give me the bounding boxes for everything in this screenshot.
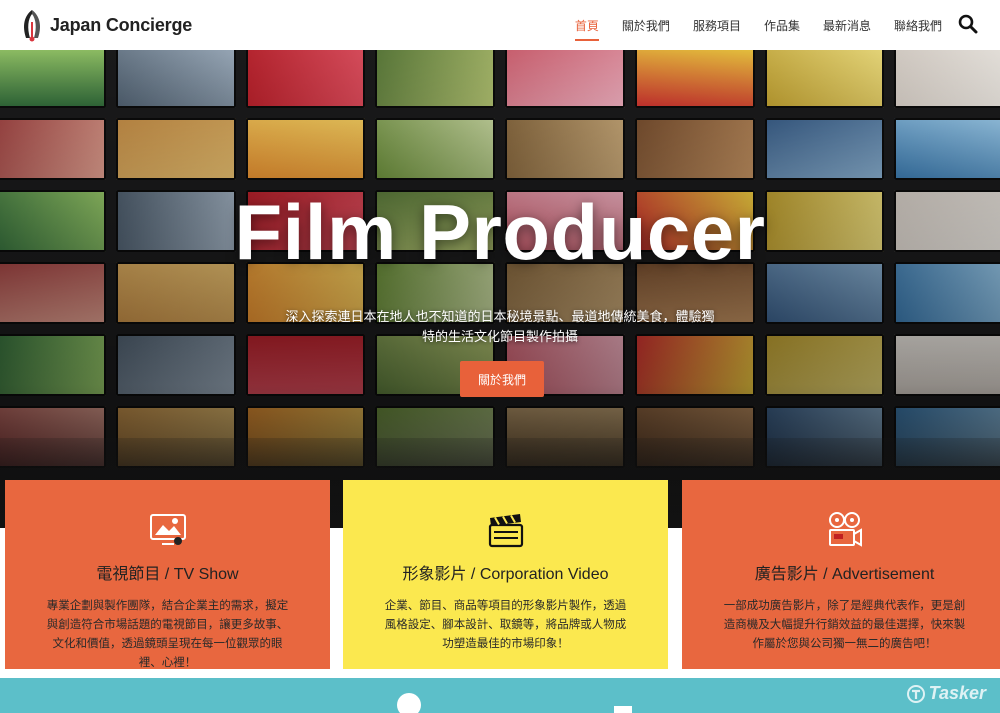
service-card-tv-show[interactable]: 電視節目 / TV Show 專業企劃與製作團隊，結合企業主的需求，擬定與創造符…: [5, 480, 330, 669]
search-icon[interactable]: [958, 14, 978, 34]
logo-text: Japan Concierge: [50, 14, 193, 35]
service-title: 電視節目 / TV Show: [96, 566, 239, 583]
watermark: Tasker: [906, 683, 986, 704]
service-card-advertisement[interactable]: 廣告影片 / Advertisement 一部成功廣告影片，除了是經典代表作，更…: [682, 480, 1000, 669]
logo-feather-icon: [24, 10, 40, 42]
nav-item-contact[interactable]: 聯絡我們: [894, 13, 942, 38]
main-nav: 首頁 關於我們 服務項目 作品集 最新消息 聯絡我們: [552, 0, 942, 50]
site-header: Japan Concierge 首頁 關於我們 服務項目 作品集 最新消息 聯絡…: [0, 0, 1000, 50]
hero-subtitle: 深入探索連日本在地人也不知道的日本秘境景點、最道地傳統美食，體驗獨特的生活文化節…: [285, 310, 715, 345]
logo[interactable]: Japan Concierge: [18, 8, 192, 42]
services-section: 電視節目 / TV Show 專業企劃與製作團隊，結合企業主的需求，擬定與創造符…: [0, 480, 1000, 678]
service-description: 一部成功廣告影片，除了是經典代表作，更是創造商機及大幅提升行銷效益的最佳選擇，快…: [723, 598, 966, 650]
hero-title: Film Producer: [234, 188, 766, 276]
service-title: 廣告影片 / Advertisement: [754, 566, 935, 583]
service-card-corporation-video[interactable]: 形象影片 / Corporation Video 企業、節目、商品等項目的形象影…: [343, 480, 668, 669]
service-title: 形象影片 / Corporation Video: [402, 566, 609, 583]
nav-item-home[interactable]: 首頁: [574, 13, 599, 41]
nav-item-about[interactable]: 關於我們: [622, 13, 670, 38]
hero-section: Film Producer 深入探索連日本在地人也不知道的日本秘境景點、最道地傳…: [0, 50, 1000, 528]
about-us-button[interactable]: 關於我們: [460, 361, 544, 397]
clapperboard-icon: [488, 514, 523, 548]
tasker-logo-icon: [906, 684, 925, 703]
service-description: 企業、節目、商品等項目的形象影片製作，透過風格設定、腳本設計、取鏡等，將品牌或人…: [384, 598, 627, 650]
tv-show-icon: [149, 514, 186, 545]
decorative-square: [614, 706, 632, 713]
nav-item-news[interactable]: 最新消息: [823, 13, 871, 38]
next-section-strip: Tasker: [0, 678, 1000, 713]
watermark-text: Tasker: [928, 683, 986, 703]
decorative-circle: [397, 693, 421, 713]
nav-item-portfolio[interactable]: 作品集: [764, 13, 800, 38]
nav-item-services[interactable]: 服務項目: [693, 13, 741, 38]
service-description: 專業企劃與製作團隊，結合企業主的需求，擬定與創造符合市場話題的電視節目，讓更多故…: [46, 598, 289, 669]
film-camera-icon: [828, 512, 862, 547]
